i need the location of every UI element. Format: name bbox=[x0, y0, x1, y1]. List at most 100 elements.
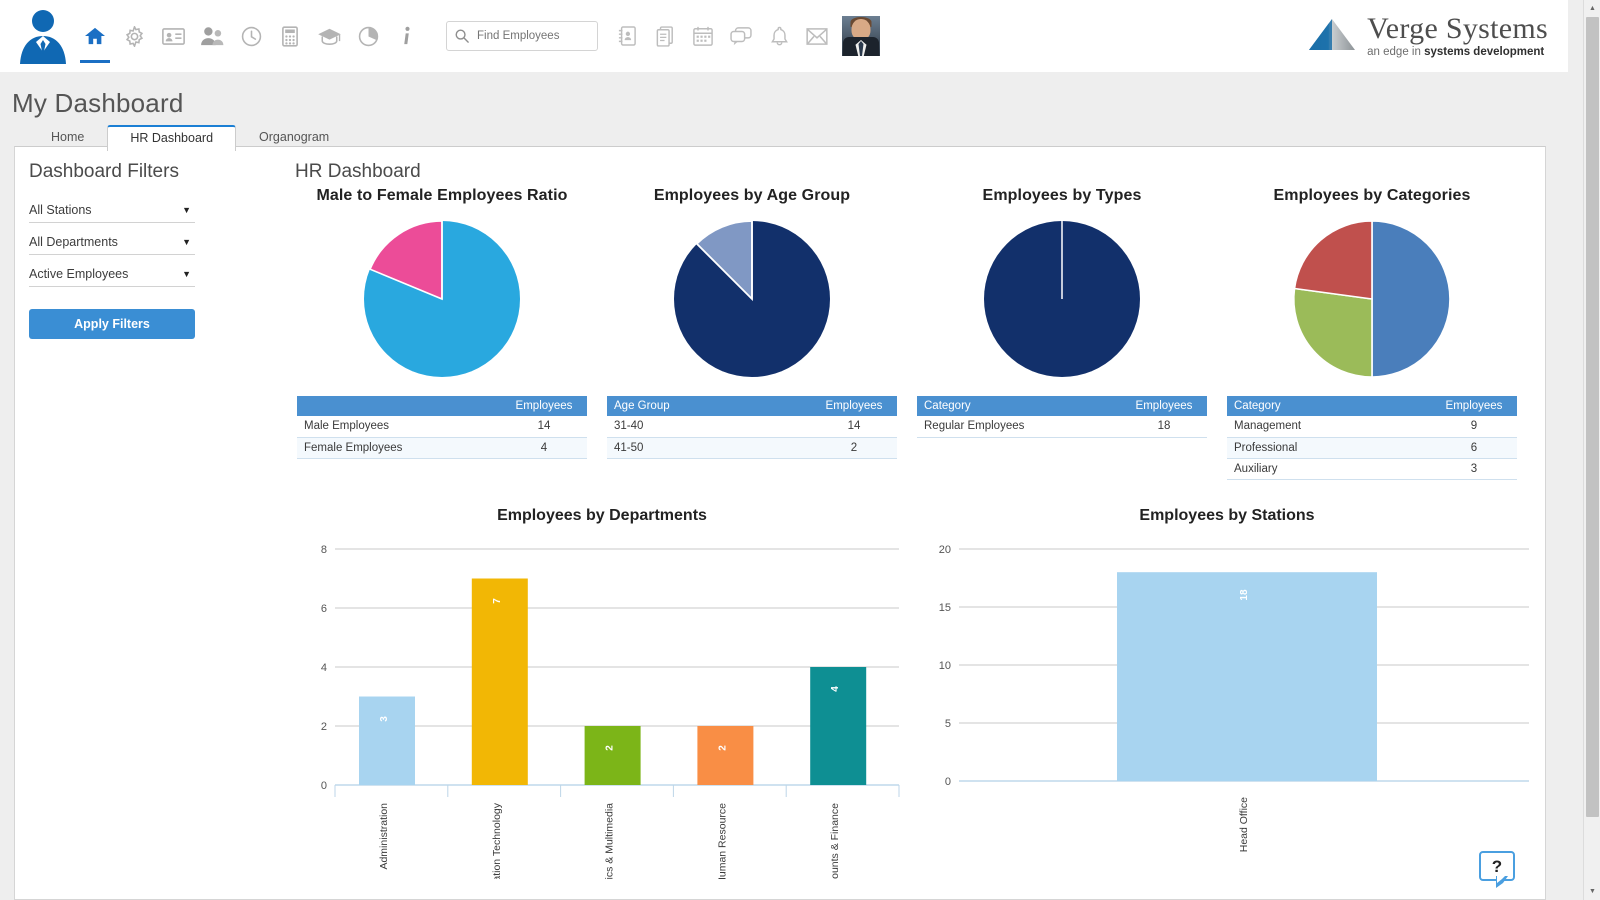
col-header-category: Category bbox=[917, 396, 1121, 416]
calendar-icon[interactable] bbox=[690, 21, 716, 51]
chat-icon[interactable] bbox=[728, 21, 754, 51]
ytick-15: 15 bbox=[939, 602, 951, 614]
xlabel-graphics-multimedia: Graphics & Multimedia bbox=[604, 803, 616, 879]
page-body: My Dashboard Home HR Dashboard Organogra… bbox=[0, 72, 1568, 900]
bar-value-administration: 3 bbox=[379, 716, 390, 722]
scroll-up-arrow[interactable]: ▲ bbox=[1584, 0, 1600, 17]
dashboard-panel: Dashboard Filters All Stations ▼ All Dep… bbox=[14, 146, 1546, 900]
col-header-blank bbox=[297, 396, 501, 416]
table-row: Management 9 bbox=[1227, 416, 1517, 437]
id-card-icon[interactable] bbox=[160, 21, 186, 51]
user-avatar[interactable] bbox=[842, 16, 880, 56]
scroll-down-arrow[interactable]: ▼ bbox=[1584, 883, 1600, 900]
table-age-group: Age Group Employees 31-40 14 41-50 2 bbox=[607, 396, 897, 459]
ytick-20: 20 bbox=[939, 544, 951, 556]
station-filter[interactable]: All Stations ▼ bbox=[29, 197, 195, 223]
gear-icon[interactable] bbox=[121, 21, 147, 51]
tab-organogram[interactable]: Organogram bbox=[236, 124, 352, 150]
info-icon[interactable] bbox=[394, 21, 420, 51]
y-axis: 20 15 10 5 0 bbox=[939, 544, 951, 788]
documents-icon[interactable] bbox=[652, 21, 678, 51]
employee-logo bbox=[12, 6, 74, 68]
cell-value: 18 bbox=[1121, 416, 1207, 437]
table-row: Regular Employees 18 bbox=[917, 416, 1207, 437]
chart-title: Male to Female Employees Ratio bbox=[297, 187, 587, 205]
chart-employees-by-age-group: Employees by Age Group Age Group Employe… bbox=[607, 187, 897, 459]
brand-name: Verge Systems bbox=[1367, 14, 1548, 44]
home-icon[interactable] bbox=[82, 21, 108, 51]
page-scrollbar[interactable]: ▲ ▼ bbox=[1583, 0, 1600, 900]
bars: 3 7 2 2 4 bbox=[359, 579, 866, 786]
bar-svg-stations: 20 15 10 5 0 18 bbox=[917, 529, 1537, 879]
status-filter-value: Active Employees bbox=[29, 267, 128, 281]
tab-hr-dashboard[interactable]: HR Dashboard bbox=[107, 125, 236, 151]
bar-value-information-technology: 7 bbox=[492, 598, 503, 604]
utility-nav-icons bbox=[614, 21, 830, 51]
cell-label: Male Employees bbox=[297, 416, 501, 437]
x-axis-ticks bbox=[335, 785, 899, 797]
pie-graphic bbox=[1227, 211, 1517, 386]
filters-heading: Dashboard Filters bbox=[29, 161, 281, 183]
company-brand: Verge Systems an edge in systems develop… bbox=[1306, 14, 1548, 59]
col-header-employees: Employees bbox=[811, 396, 897, 416]
xlabel-human-resource: Human Resource bbox=[716, 803, 728, 879]
users-icon[interactable] bbox=[199, 21, 225, 51]
table-row: Auxiliary 3 bbox=[1227, 458, 1517, 479]
bar-information-technology[interactable] bbox=[472, 579, 528, 786]
bar-svg-departments: 8 6 4 2 0 bbox=[297, 529, 907, 879]
department-filter[interactable]: All Departments ▼ bbox=[29, 229, 195, 255]
pie-svg-age-group bbox=[671, 218, 833, 380]
cell-value: 14 bbox=[811, 416, 897, 437]
chart-employees-by-departments: Employees by Departments 8 6 4 2 0 bbox=[297, 507, 907, 879]
bar-human-resource[interactable] bbox=[697, 726, 753, 785]
bar-administration[interactable] bbox=[359, 697, 415, 786]
cell-label: Management bbox=[1227, 416, 1431, 437]
search-input-wrapper[interactable] bbox=[446, 21, 598, 51]
calculator-icon[interactable] bbox=[277, 21, 303, 51]
brand-tagline-bold: systems development bbox=[1424, 46, 1544, 58]
bar-accounts-finance[interactable] bbox=[810, 667, 866, 785]
cell-label: Regular Employees bbox=[917, 416, 1121, 437]
status-filter[interactable]: Active Employees ▼ bbox=[29, 261, 195, 287]
chart-employees-by-categories: Employees by Categories Category Employe… bbox=[1227, 187, 1517, 480]
search-icon bbox=[455, 29, 469, 43]
col-header-age-group: Age Group bbox=[607, 396, 811, 416]
bar-head-office[interactable] bbox=[1117, 572, 1377, 781]
scrollbar-thumb[interactable] bbox=[1586, 17, 1599, 817]
bar-graphics-multimedia[interactable] bbox=[585, 726, 641, 785]
ytick-4: 4 bbox=[321, 662, 327, 674]
top-navigation-bar: Verge Systems an edge in systems develop… bbox=[0, 0, 1568, 72]
dashboard-content: HR Dashboard Male to Female Employees Ra… bbox=[281, 147, 1545, 899]
chart-title: Employees by Age Group bbox=[607, 187, 897, 205]
dashboard-tabs: Home HR Dashboard Organogram bbox=[28, 125, 1568, 150]
bar-value-head-office: 18 bbox=[1239, 589, 1250, 601]
clock-icon[interactable] bbox=[238, 21, 264, 51]
x-axis-labels: Administration Information Technology Gr… bbox=[378, 802, 841, 879]
graduation-cap-icon[interactable] bbox=[316, 21, 342, 51]
primary-nav-icons bbox=[82, 21, 420, 51]
xlabel-administration: Administration bbox=[378, 803, 390, 870]
station-filter-value: All Stations bbox=[29, 203, 92, 217]
bar-value-accounts-finance: 4 bbox=[830, 686, 841, 692]
chart-title: Employees by Types bbox=[917, 187, 1207, 205]
table-row: Female Employees 4 bbox=[297, 437, 587, 458]
brand-tagline-plain: an edge in bbox=[1367, 46, 1424, 58]
cell-value: 3 bbox=[1431, 458, 1517, 479]
pie-svg-categories bbox=[1291, 218, 1453, 380]
tab-home[interactable]: Home bbox=[28, 124, 107, 150]
pie-chart-icon[interactable] bbox=[355, 21, 381, 51]
cell-label: Female Employees bbox=[297, 437, 501, 458]
content-heading: HR Dashboard bbox=[295, 161, 1545, 183]
table-row: Professional 6 bbox=[1227, 437, 1517, 458]
pie-charts-row: Male to Female Employees Ratio Employees bbox=[281, 187, 1545, 497]
col-header-category: Category bbox=[1227, 396, 1431, 416]
cell-label: Professional bbox=[1227, 437, 1431, 458]
apply-filters-button[interactable]: Apply Filters bbox=[29, 309, 195, 339]
bell-icon[interactable] bbox=[766, 21, 792, 51]
envelope-icon[interactable] bbox=[804, 21, 830, 51]
address-book-icon[interactable] bbox=[614, 21, 640, 51]
help-button[interactable]: ? bbox=[1479, 851, 1515, 881]
search-input[interactable] bbox=[477, 30, 587, 42]
col-header-employees: Employees bbox=[1121, 396, 1207, 416]
chevron-down-icon: ▼ bbox=[182, 269, 191, 279]
